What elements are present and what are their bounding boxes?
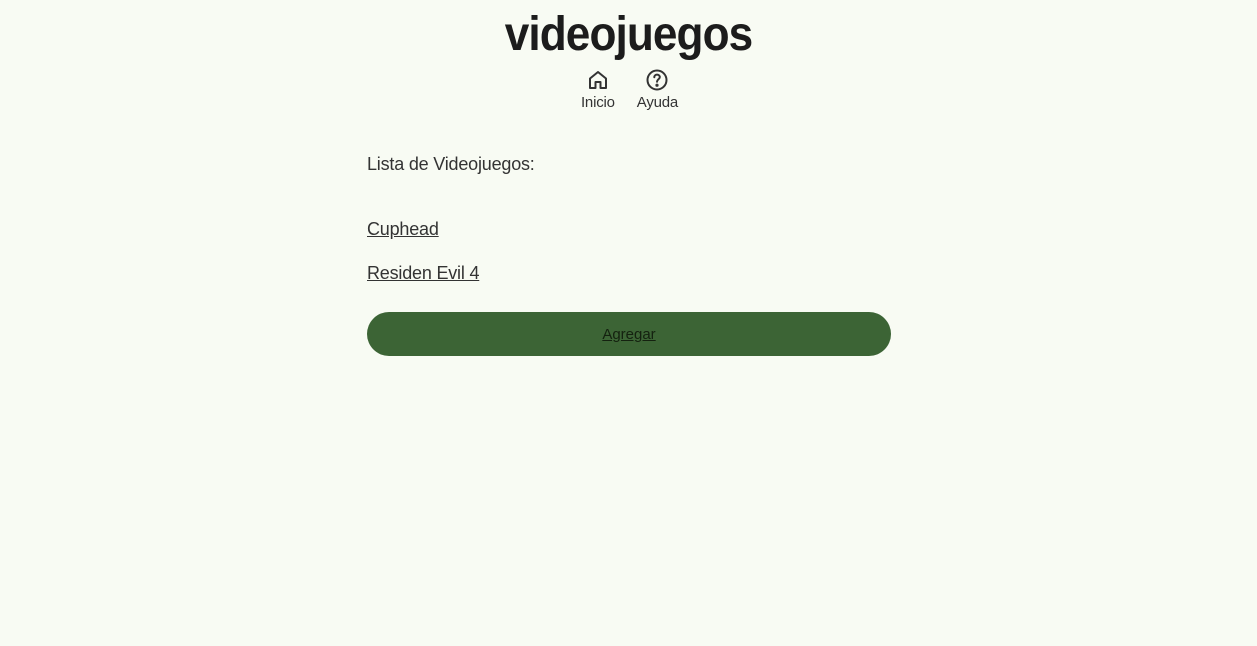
list-title: Lista de Videojuegos: — [367, 154, 535, 174]
nav-item-label: Inicio — [580, 94, 615, 111]
games-list: Cuphead Residen Evil 4 — [367, 219, 891, 284]
help-icon — [646, 69, 668, 91]
header: videojuegos Inicio Ayuda — [0, 0, 1257, 111]
list-item: Cuphead — [367, 219, 891, 240]
game-link-cuphead[interactable]: Cuphead — [367, 219, 439, 239]
nav-item-ayuda[interactable]: Ayuda — [637, 68, 678, 111]
games-section: Lista de Videojuegos: Cuphead Residen Ev… — [367, 154, 891, 356]
game-link-residen-evil-4[interactable]: Residen Evil 4 — [367, 263, 479, 283]
add-button[interactable]: Agregar — [367, 312, 891, 356]
nav-item-inicio[interactable]: Inicio — [581, 68, 615, 111]
nav-item-label: Ayuda — [636, 94, 679, 111]
list-item: Residen Evil 4 — [367, 263, 891, 284]
main-nav: Inicio Ayuda — [2, 68, 1257, 111]
home-icon — [588, 71, 607, 89]
page-title: videojuegos — [504, 8, 753, 61]
add-button-label: Agregar — [602, 325, 656, 343]
